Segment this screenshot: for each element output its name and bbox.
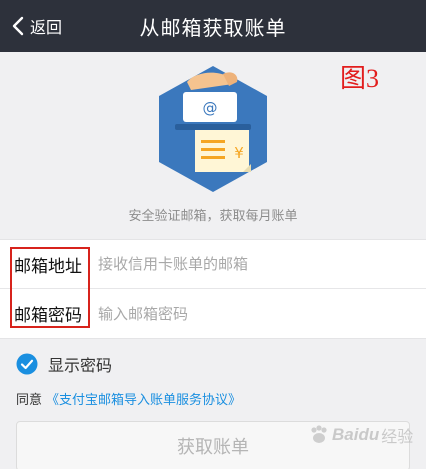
get-bill-button[interactable]: 获取账单: [16, 421, 410, 469]
password-field-label: 邮箱密码: [14, 306, 82, 326]
agreement-link[interactable]: 《支付宝邮箱导入账单服务协议》: [46, 389, 241, 408]
page-title: 从邮箱获取账单: [139, 15, 287, 40]
email-field[interactable]: [98, 255, 398, 273]
email-bill-illustration-icon: @ ¥: [159, 66, 267, 192]
back-button[interactable]: 返回: [12, 0, 62, 52]
password-row: 邮箱密码: [0, 289, 426, 338]
show-password-label: 显示密码: [48, 356, 113, 375]
back-label: 返回: [30, 18, 63, 37]
password-field[interactable]: [98, 304, 398, 323]
email-field-label: 邮箱地址: [14, 256, 82, 277]
agreement-prefix: 同意: [16, 393, 43, 408]
page-subtitle: 安全验证邮箱，获取每月账单: [128, 209, 298, 224]
chevron-left-icon: [12, 16, 24, 36]
email-login-form: 邮箱地址 邮箱密码: [0, 239, 426, 339]
svg-text:¥: ¥: [234, 144, 244, 162]
email-row: 邮箱地址: [0, 240, 426, 289]
agreement-line: 同意 《支付宝邮箱导入账单服务协议》: [16, 389, 241, 408]
check-circle-icon: [16, 353, 38, 375]
figure-annotation-label: 图3: [340, 64, 380, 93]
navigation-bar: 返回 从邮箱获取账单: [0, 0, 426, 52]
svg-text:@: @: [203, 99, 218, 117]
show-password-toggle[interactable]: 显示密码: [16, 352, 112, 376]
